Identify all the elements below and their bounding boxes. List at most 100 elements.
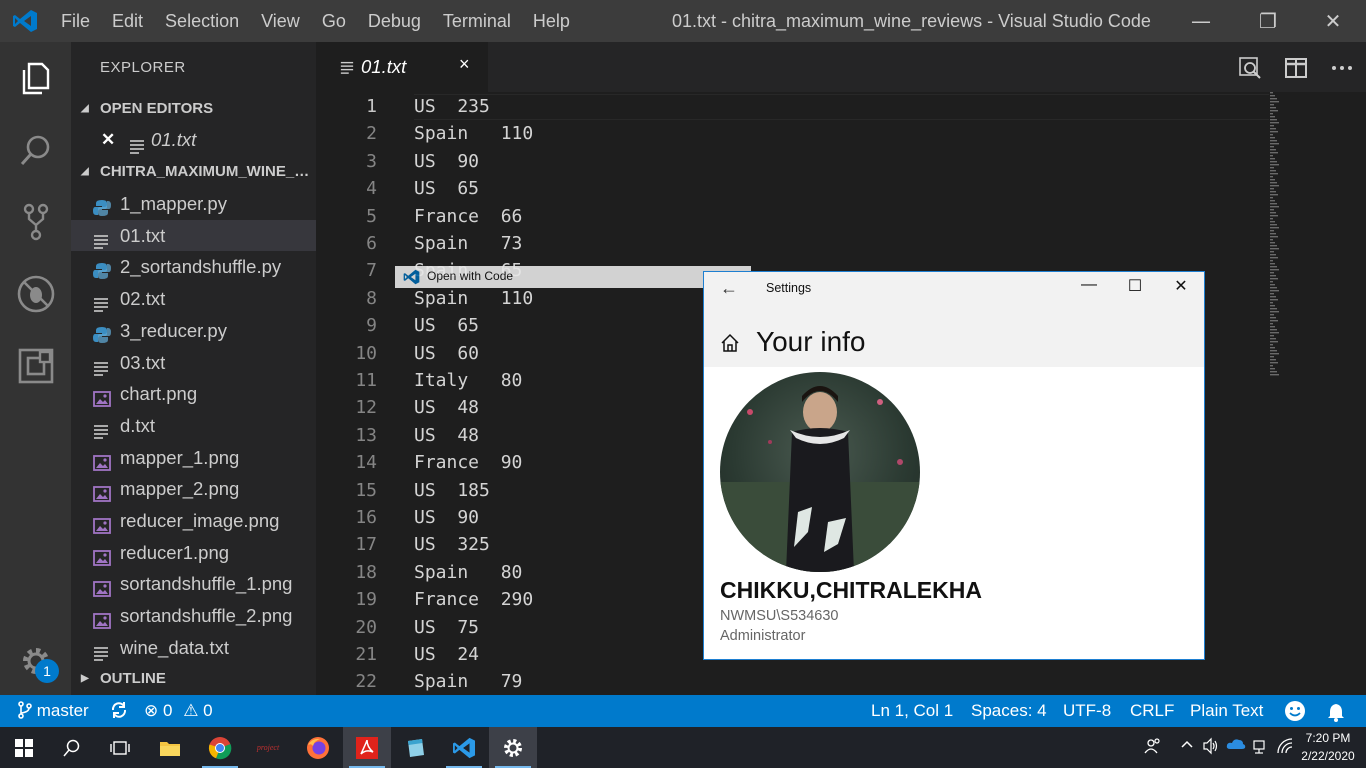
menu-selection[interactable]: Selection bbox=[154, 0, 250, 42]
more-actions-icon[interactable] bbox=[1330, 56, 1354, 80]
file-explorer-icon[interactable] bbox=[146, 727, 194, 768]
text-file-icon bbox=[93, 227, 111, 249]
file-item-1-mapper-py[interactable]: 1_mapper.py bbox=[71, 188, 316, 220]
line-number: 22 bbox=[355, 671, 377, 693]
folder-header[interactable]: ◢ CHITRA_MAXIMUM_WINE_REVIEWS bbox=[71, 156, 316, 187]
chrome-icon[interactable] bbox=[196, 727, 244, 768]
task-view-icon[interactable] bbox=[96, 727, 144, 768]
code-line: Spain 79 bbox=[414, 671, 523, 693]
line-number: 1 bbox=[366, 96, 377, 117]
volume-icon[interactable] bbox=[1202, 737, 1222, 757]
project-icon[interactable]: project bbox=[244, 727, 292, 768]
user-avatar bbox=[720, 372, 920, 572]
file-item-03-txt[interactable]: 03.txt bbox=[71, 347, 316, 379]
menu-file[interactable]: File bbox=[50, 0, 101, 42]
debug-icon[interactable] bbox=[0, 258, 71, 330]
settings-window: ← Settings — ☐ ✕ Your info CHIKKU,CHITRA… bbox=[703, 271, 1205, 660]
source-control-icon[interactable] bbox=[0, 186, 71, 258]
taskbar-search-icon[interactable] bbox=[48, 727, 96, 768]
image-file-icon bbox=[93, 575, 111, 598]
firefox-icon[interactable] bbox=[294, 727, 342, 768]
minimap[interactable] bbox=[1269, 92, 1289, 382]
file-item-2-sortandshuffle-py[interactable]: 2_sortandshuffle.py bbox=[71, 251, 316, 283]
open-with-code-drag-ghost: Open with Code bbox=[395, 266, 751, 288]
menu-view[interactable]: View bbox=[250, 0, 311, 42]
settings-title: Settings bbox=[766, 281, 812, 295]
file-item-mapper-2-png[interactable]: mapper_2.png bbox=[71, 473, 316, 505]
settings-icon[interactable] bbox=[489, 727, 537, 768]
home-icon[interactable] bbox=[720, 333, 740, 353]
acrobat-icon[interactable] bbox=[343, 727, 391, 768]
search-icon[interactable] bbox=[0, 114, 71, 186]
python-file-icon bbox=[93, 258, 111, 280]
file-item-sortandshuffle-1-png[interactable]: sortandshuffle_1.png bbox=[71, 568, 316, 600]
notepad-icon[interactable] bbox=[391, 727, 439, 768]
settings-close-button[interactable]: ✕ bbox=[1161, 276, 1201, 296]
outline-header[interactable]: ▶ OUTLINE bbox=[71, 663, 316, 694]
code-line: US 48 bbox=[414, 397, 480, 419]
windows-start-icon[interactable] bbox=[0, 727, 48, 768]
split-editor-icon[interactable] bbox=[1284, 56, 1308, 80]
menu-terminal[interactable]: Terminal bbox=[432, 0, 522, 42]
git-branch[interactable]: master bbox=[18, 695, 89, 727]
file-item-reducer-image-png[interactable]: reducer_image.png bbox=[71, 505, 316, 537]
file-name: wine_data.txt bbox=[120, 636, 230, 658]
file-item-d-txt[interactable]: d.txt bbox=[71, 410, 316, 442]
menu-go[interactable]: Go bbox=[311, 0, 357, 42]
code-line: US 24 bbox=[414, 644, 480, 665]
explorer-icon[interactable] bbox=[0, 42, 71, 114]
file-item-mapper-1-png[interactable]: mapper_1.png bbox=[71, 442, 316, 474]
show-hidden-icons-icon[interactable] bbox=[1180, 737, 1200, 757]
update-badge: 1 bbox=[35, 659, 59, 683]
file-item-wine-data-txt[interactable]: wine_data.txt bbox=[71, 632, 316, 664]
settings-minimize-button[interactable]: — bbox=[1069, 276, 1109, 294]
tab-close-icon[interactable]: × bbox=[459, 54, 470, 75]
minimize-button[interactable]: — bbox=[1168, 0, 1234, 42]
file-item-sortandshuffle-2-png[interactable]: sortandshuffle_2.png bbox=[71, 600, 316, 632]
extensions-icon[interactable] bbox=[0, 330, 71, 402]
sync-icon[interactable] bbox=[110, 695, 128, 727]
settings-maximize-button[interactable]: ☐ bbox=[1115, 276, 1155, 296]
ghost-label: Open with Code bbox=[427, 269, 514, 283]
manage-gear-icon[interactable] bbox=[0, 625, 71, 697]
problems-indicator[interactable]: ⊗ 0 ⚠ 0 bbox=[144, 695, 213, 727]
file-item-3-reducer-py[interactable]: 3_reducer.py bbox=[71, 315, 316, 347]
people-icon[interactable] bbox=[1144, 737, 1164, 757]
restore-button[interactable]: ❐ bbox=[1235, 0, 1301, 42]
cursor-position[interactable]: Ln 1, Col 1 bbox=[871, 695, 953, 727]
close-editor-icon[interactable]: ✕ bbox=[101, 124, 115, 155]
open-editors-header[interactable]: ◢ OPEN EDITORS bbox=[71, 93, 316, 124]
line-number: 17 bbox=[355, 534, 377, 556]
file-item-02-txt[interactable]: 02.txt bbox=[71, 283, 316, 315]
file-item-01-txt[interactable]: 01.txt bbox=[71, 219, 316, 252]
onedrive-icon[interactable] bbox=[1226, 737, 1246, 757]
line-number: 11 bbox=[355, 370, 377, 391]
taskbar-clock[interactable]: 7:20 PM 2/22/2020 bbox=[1296, 729, 1360, 765]
encoding[interactable]: UTF-8 bbox=[1063, 695, 1111, 727]
back-arrow-icon[interactable]: ← bbox=[720, 278, 738, 299]
close-button[interactable]: ✕ bbox=[1300, 0, 1366, 42]
code-line: Spain 110 bbox=[414, 123, 534, 145]
menu-debug[interactable]: Debug bbox=[357, 0, 432, 42]
title-bar: File Edit Selection View Go Debug Terminal Help… bbox=[0, 0, 1366, 42]
text-file-icon bbox=[340, 60, 354, 79]
tab-01-txt[interactable]: 01.txt × bbox=[316, 42, 488, 92]
menu-edit[interactable]: Edit bbox=[101, 0, 154, 42]
line-number: 5 bbox=[366, 205, 377, 227]
vscode-icon[interactable] bbox=[440, 727, 488, 768]
open-changes-icon[interactable] bbox=[1238, 56, 1262, 80]
language-mode[interactable]: Plain Text bbox=[1190, 695, 1263, 727]
network-icon[interactable] bbox=[1252, 737, 1272, 757]
end-of-line[interactable]: CRLF bbox=[1130, 695, 1174, 727]
file-name: sortandshuffle_2.png bbox=[120, 605, 293, 627]
file-item-chart-png[interactable]: chart.png bbox=[71, 378, 316, 410]
line-number: 10 bbox=[355, 342, 377, 364]
line-number: 18 bbox=[355, 561, 377, 583]
python-file-icon bbox=[93, 195, 111, 216]
indentation[interactable]: Spaces: 4 bbox=[971, 695, 1047, 727]
image-file-icon bbox=[93, 449, 111, 471]
wifi-icon[interactable] bbox=[1276, 737, 1296, 757]
file-item-reducer1-png[interactable]: reducer1.png bbox=[71, 537, 316, 569]
menu-help[interactable]: Help bbox=[522, 0, 581, 42]
open-editor-item[interactable]: ✕ 01.txt bbox=[71, 124, 316, 156]
